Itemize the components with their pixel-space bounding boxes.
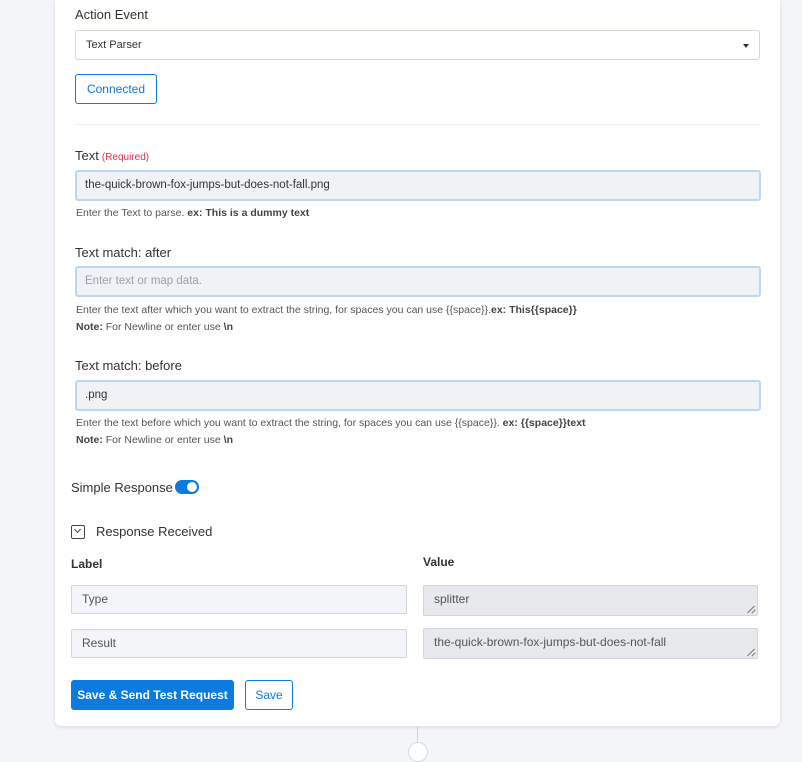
label-column-header: Label: [71, 557, 103, 571]
text-field-help: Enter the Text to parse. ex: This is a d…: [76, 205, 309, 222]
response-label-result[interactable]: Result: [71, 629, 407, 658]
after-input[interactable]: Enter text or map data.: [75, 266, 761, 297]
text-help-prefix: Enter the Text to parse.: [76, 207, 185, 219]
before-help-text: Enter the text before which you want to …: [76, 417, 500, 429]
response-received-title: Response Received: [96, 524, 213, 539]
section-divider: [75, 124, 760, 125]
action-event-label: Action Event: [75, 7, 148, 22]
before-field-note: Note: For Newline or enter use \n: [76, 432, 233, 449]
connected-button[interactable]: Connected: [75, 74, 157, 104]
save-and-send-test-button[interactable]: Save & Send Test Request: [71, 680, 234, 710]
before-help-example: ex: {{space}}text: [502, 417, 586, 429]
after-note-text: For Newline or enter use: [105, 321, 221, 333]
required-marker: (Required): [101, 152, 150, 163]
resize-handle-icon[interactable]: [747, 648, 755, 656]
text-field-label: Text (Required): [75, 148, 149, 163]
response-label-type[interactable]: Type: [71, 585, 407, 614]
resize-handle-icon[interactable]: [747, 605, 755, 613]
before-field-help: Enter the text before which you want to …: [76, 415, 586, 432]
after-note-label: Note:: [76, 321, 103, 333]
simple-response-toggle[interactable]: [175, 480, 199, 494]
after-note-code: \n: [223, 321, 233, 333]
before-field-label: Text match: before: [75, 358, 182, 373]
save-button[interactable]: Save: [245, 680, 293, 710]
caret-down-icon: [743, 44, 749, 48]
add-step-node[interactable]: [408, 742, 428, 762]
response-value-result-text: the-quick-brown-fox-jumps-but-does-not-f…: [434, 635, 667, 649]
after-field-note: Note: For Newline or enter use \n: [76, 319, 233, 336]
after-help-text: Enter the text after which you want to e…: [76, 304, 491, 316]
action-event-value: Text Parser: [86, 39, 142, 51]
chevron-down-icon[interactable]: [71, 525, 85, 539]
text-input[interactable]: the-quick-brown-fox-jumps-but-does-not-f…: [75, 170, 761, 201]
before-input[interactable]: .png: [75, 380, 761, 411]
response-value-type-text: splitter: [434, 592, 470, 606]
flow-connector-line: [417, 726, 418, 742]
text-field-label-text: Text: [75, 148, 99, 163]
after-help-example: ex: This{{space}}: [491, 304, 577, 316]
action-event-select[interactable]: Text Parser: [75, 30, 760, 60]
text-help-example: ex: This is a dummy text: [187, 207, 310, 219]
action-config-card: Action Event Text Parser Connected Text(…: [55, 0, 780, 726]
before-note-text: For Newline or enter use: [105, 434, 221, 446]
after-field-label: Text match: after: [75, 245, 172, 260]
after-field-help: Enter the text after which you want to e…: [76, 302, 577, 319]
response-value-result[interactable]: the-quick-brown-fox-jumps-but-does-not-f…: [423, 628, 758, 659]
response-value-type[interactable]: splitter: [423, 585, 758, 616]
value-column-header: Value: [423, 555, 455, 569]
before-note-label: Note:: [76, 434, 103, 446]
simple-response-label: Simple Response: [71, 480, 173, 495]
before-note-code: \n: [223, 434, 233, 446]
